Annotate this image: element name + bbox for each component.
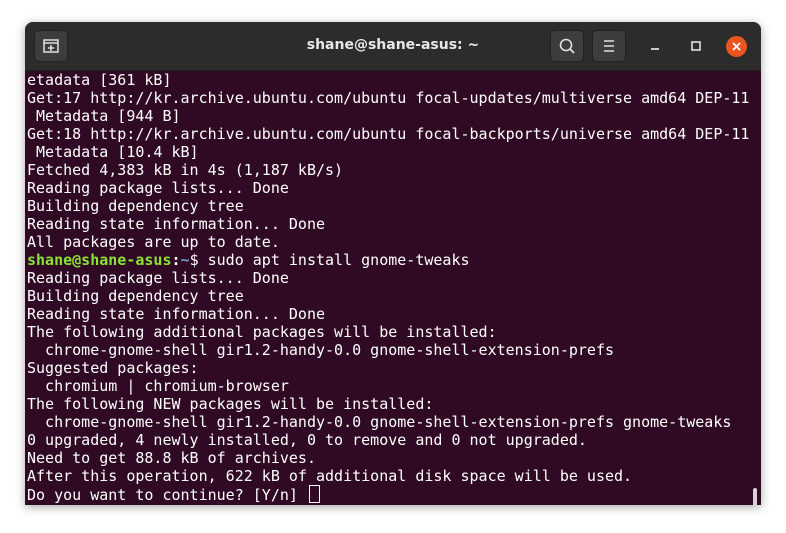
confirm-prompt-text: Do you want to continue? [Y/n] (27, 486, 307, 504)
title-bar[interactable]: shane@shane-asus: ~ (25, 22, 761, 71)
search-button[interactable] (550, 30, 584, 62)
maximize-button[interactable] (686, 36, 706, 56)
terminal-line: Get:17 http://kr.archive.ubuntu.com/ubun… (27, 89, 750, 107)
terminal-line: chrome-gnome-shell gir1.2-handy-0.0 gnom… (27, 341, 614, 359)
terminal-line: Reading package lists... Done (27, 179, 289, 197)
terminal-line: Building dependency tree (27, 287, 244, 305)
confirm-prompt-line: Do you want to continue? [Y/n] (27, 485, 320, 504)
close-button[interactable] (726, 36, 747, 57)
terminal-line: Suggested packages: (27, 359, 199, 377)
menu-button[interactable] (592, 30, 626, 62)
terminal-line: chromium | chromium-browser (27, 377, 289, 395)
terminal-line: Need to get 88.8 kB of archives. (27, 449, 316, 467)
terminal-line: Reading package lists... Done (27, 269, 289, 287)
terminal-line: etadata [361 kB] (27, 71, 172, 89)
close-icon (732, 42, 741, 51)
text-cursor (308, 485, 320, 503)
prompt-command: sudo apt install gnome-tweaks (207, 251, 470, 269)
terminal-line: Reading state information... Done (27, 305, 326, 323)
terminal-line: Fetched 4,383 kB in 4s (1,187 kB/s) (27, 161, 344, 179)
terminal-line: Get:18 http://kr.archive.ubuntu.com/ubun… (27, 125, 750, 143)
prompt-path: ~ (180, 251, 190, 269)
terminal-line: After this operation, 622 kB of addition… (27, 467, 633, 485)
terminal-line: All packages are up to date. (27, 233, 280, 251)
terminal-output[interactable]: etadata [361 kB] Get:17 http://kr.archiv… (27, 71, 757, 505)
prompt-separator: : (171, 251, 181, 269)
search-icon (559, 38, 575, 54)
terminal-line: Building dependency tree (27, 197, 244, 215)
maximize-icon (691, 41, 701, 51)
hamburger-menu-icon (604, 40, 614, 52)
prompt-user-host: shane@shane-asus (27, 251, 172, 269)
terminal-line: The following NEW packages will be insta… (27, 395, 434, 413)
terminal-line: The following additional packages will b… (27, 323, 497, 341)
prompt-line: shane@shane-asus:~$ sudo apt install gno… (27, 251, 470, 269)
terminal-line: Metadata [10.4 kB] (27, 143, 199, 161)
terminal-line: 0 upgraded, 4 newly installed, 0 to remo… (27, 431, 587, 449)
prompt-symbol: $ (189, 251, 208, 269)
minimize-icon (651, 48, 659, 50)
terminal-line: chrome-gnome-shell gir1.2-handy-0.0 gnom… (27, 413, 732, 431)
minimize-button[interactable] (645, 36, 665, 56)
scrollbar-thumb[interactable] (753, 488, 757, 505)
terminal-window: shane@shane-asus: ~ etadata [361 kB] Get… (25, 22, 761, 505)
terminal-line: Metadata [944 B] (27, 107, 181, 125)
terminal-line: Reading state information... Done (27, 215, 326, 233)
